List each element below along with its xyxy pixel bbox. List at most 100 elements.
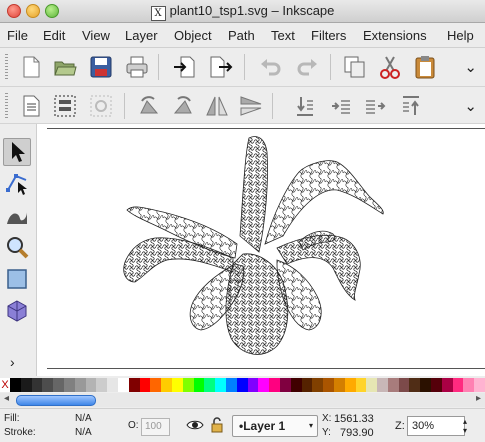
- 3d-box-tool-icon[interactable]: [4, 298, 30, 324]
- scroll-thumb[interactable]: [16, 395, 96, 406]
- toolbar-grip[interactable]: [5, 54, 8, 80]
- toolbar-grip[interactable]: [5, 93, 8, 119]
- save-icon[interactable]: [88, 54, 114, 80]
- zoom-field[interactable]: 30%: [407, 416, 465, 436]
- menu-edit[interactable]: Edit: [43, 28, 65, 43]
- opacity-field[interactable]: 100: [141, 418, 170, 436]
- color-swatch[interactable]: [150, 378, 162, 392]
- color-swatch[interactable]: [85, 378, 97, 392]
- color-swatch[interactable]: [204, 378, 216, 392]
- plant-drawing[interactable]: [37, 124, 485, 376]
- open-folder-icon[interactable]: [52, 54, 78, 80]
- color-swatch[interactable]: [236, 378, 248, 392]
- menu-layer[interactable]: Layer: [125, 28, 158, 43]
- scroll-right-arrow-icon[interactable]: ▸: [476, 393, 481, 404]
- color-swatch[interactable]: [463, 378, 475, 392]
- menu-text[interactable]: Text: [271, 28, 295, 43]
- color-swatch[interactable]: [431, 378, 442, 392]
- menu-object[interactable]: Object: [174, 28, 212, 43]
- raise-to-top-icon[interactable]: [398, 93, 424, 119]
- new-document-icon[interactable]: [18, 54, 44, 80]
- menu-extensions[interactable]: Extensions: [363, 28, 427, 43]
- export-icon[interactable]: [207, 54, 233, 80]
- color-swatch[interactable]: [258, 378, 270, 392]
- selector-arrow-icon[interactable]: [3, 138, 31, 166]
- color-swatch[interactable]: [387, 378, 399, 392]
- rotate-cw-icon[interactable]: [170, 93, 196, 119]
- color-swatch[interactable]: [312, 378, 324, 392]
- flip-horizontal-icon[interactable]: [204, 93, 230, 119]
- color-swatch[interactable]: [355, 378, 367, 392]
- horizontal-scrollbar[interactable]: ◂ ▸: [0, 393, 485, 407]
- menu-help[interactable]: Help: [447, 28, 474, 43]
- toolbox-more-icon[interactable]: ›: [10, 354, 15, 370]
- color-swatch[interactable]: [409, 378, 421, 392]
- color-swatch[interactable]: [139, 378, 151, 392]
- tweak-tool-icon[interactable]: [4, 202, 30, 228]
- group-icon[interactable]: [52, 93, 78, 119]
- color-swatch[interactable]: [420, 378, 432, 392]
- copy-icon[interactable]: [342, 54, 368, 80]
- menu-path[interactable]: Path: [228, 28, 255, 43]
- color-swatch[interactable]: [161, 378, 172, 392]
- raise-icon[interactable]: [362, 93, 388, 119]
- stroke-value[interactable]: N/A: [75, 427, 92, 438]
- color-swatch[interactable]: [441, 378, 453, 392]
- menu-file[interactable]: File: [7, 28, 28, 43]
- no-paint-swatch[interactable]: X: [0, 378, 10, 392]
- scroll-left-arrow-icon[interactable]: ◂: [4, 393, 9, 404]
- color-swatch[interactable]: [117, 378, 129, 392]
- fill-value[interactable]: N/A: [75, 413, 92, 424]
- color-swatch[interactable]: [31, 378, 43, 392]
- color-swatch[interactable]: [107, 378, 118, 392]
- color-swatch[interactable]: [452, 378, 464, 392]
- color-swatch[interactable]: [247, 378, 259, 392]
- ungroup-icon[interactable]: [88, 93, 114, 119]
- redo-icon[interactable]: [294, 54, 320, 80]
- zoom-spin-down-icon[interactable]: ▾: [463, 426, 467, 435]
- color-swatch[interactable]: [182, 378, 194, 392]
- print-icon[interactable]: [124, 54, 150, 80]
- color-swatch[interactable]: [193, 378, 205, 392]
- menu-filters[interactable]: Filters: [311, 28, 346, 43]
- color-swatch[interactable]: [171, 378, 183, 392]
- rotate-ccw-icon[interactable]: [136, 93, 162, 119]
- color-swatch[interactable]: [215, 378, 226, 392]
- color-swatch[interactable]: [74, 378, 86, 392]
- color-swatch[interactable]: [398, 378, 410, 392]
- color-swatch[interactable]: [290, 378, 302, 392]
- zoom-spin-up-icon[interactable]: ▴: [463, 417, 467, 426]
- zoom-tool-icon[interactable]: [4, 234, 30, 260]
- lower-icon[interactable]: [328, 93, 354, 119]
- cut-icon[interactable]: [377, 54, 403, 80]
- color-swatch[interactable]: [42, 378, 54, 392]
- layer-selector[interactable]: •Layer 1 ▾: [232, 415, 318, 437]
- color-swatch[interactable]: [377, 378, 388, 392]
- color-swatch[interactable]: [10, 378, 21, 392]
- color-swatch[interactable]: [474, 378, 485, 392]
- color-swatch[interactable]: [333, 378, 345, 392]
- node-editor-icon[interactable]: [4, 170, 30, 196]
- color-swatch[interactable]: [269, 378, 280, 392]
- color-swatch[interactable]: [301, 378, 313, 392]
- import-icon[interactable]: [172, 54, 198, 80]
- color-swatch[interactable]: [225, 378, 237, 392]
- toolbar-overflow-chevron-icon[interactable]: ⌄: [464, 58, 477, 76]
- menu-view[interactable]: View: [82, 28, 110, 43]
- color-swatch[interactable]: [96, 378, 108, 392]
- color-swatch[interactable]: [128, 378, 140, 392]
- color-swatch[interactable]: [366, 378, 378, 392]
- flip-vertical-icon[interactable]: [238, 93, 264, 119]
- document-properties-icon[interactable]: [18, 93, 44, 119]
- lock-icon[interactable]: [210, 417, 224, 433]
- color-swatch[interactable]: [279, 378, 291, 392]
- color-swatch[interactable]: [323, 378, 334, 392]
- rectangle-tool-icon[interactable]: [4, 266, 30, 292]
- eye-icon[interactable]: [186, 418, 204, 432]
- paste-icon[interactable]: [412, 54, 438, 80]
- color-swatch[interactable]: [344, 378, 356, 392]
- color-swatch[interactable]: [63, 378, 75, 392]
- canvas[interactable]: [37, 124, 485, 376]
- color-swatch[interactable]: [20, 378, 32, 392]
- color-swatch[interactable]: [53, 378, 64, 392]
